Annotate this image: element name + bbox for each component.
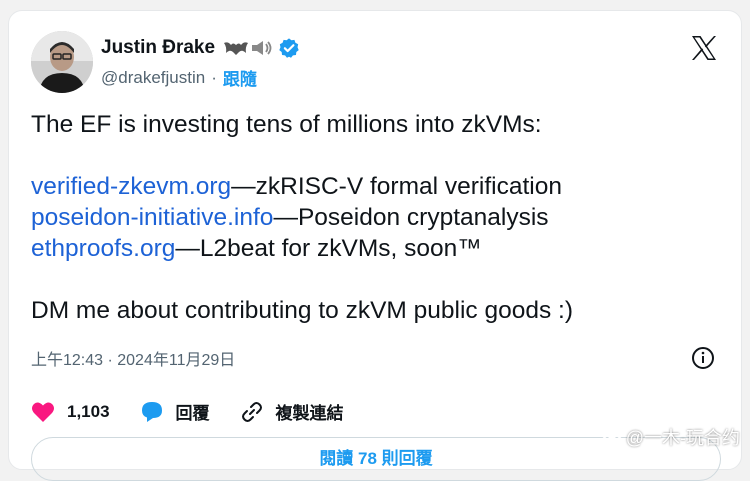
diamond-logo-icon xyxy=(602,427,622,447)
tweet-line-link-3: ethproofs.org—L2beat for zkVMs, soon™ xyxy=(31,233,731,264)
tweet-card: Justin Ðrake @drakefjustin · 跟隨 The EF i… xyxy=(8,10,742,481)
like-count: 1,103 xyxy=(67,401,110,421)
like-button[interactable]: 1,103 xyxy=(31,401,110,423)
heart-icon xyxy=(32,402,54,422)
link-3-description: —L2beat for zkVMs, soon™ xyxy=(175,235,482,262)
link-2-description: —Poseidon cryptanalysis xyxy=(273,204,549,231)
author-name-row: Justin Ðrake xyxy=(101,35,300,61)
bat-icon xyxy=(224,42,249,55)
info-icon[interactable] xyxy=(691,346,715,370)
speaker-icon xyxy=(252,41,272,55)
tweet-text: The EF is investing tens of millions int… xyxy=(31,109,731,326)
link-poseidon-initiative[interactable]: poseidon-initiative.info xyxy=(31,204,273,231)
x-logo-icon[interactable] xyxy=(689,33,719,63)
reply-bubble-icon xyxy=(141,401,162,422)
separator-dot: · xyxy=(211,67,217,87)
verified-badge-icon xyxy=(279,38,299,58)
copy-link-button[interactable]: 複製連結 xyxy=(240,399,344,424)
tweet-line-intro: The EF is investing tens of millions int… xyxy=(31,111,542,138)
avatar[interactable] xyxy=(31,31,93,93)
link-1-description: —zkRISC-V formal verification xyxy=(231,173,562,200)
action-bar: 1,103 回覆 複製連結 xyxy=(31,399,374,424)
watermark: @一木-玩合约 xyxy=(602,424,740,450)
author-name[interactable]: Justin Ðrake xyxy=(101,37,215,59)
tweet-line-closing: DM me about contributing to zkVM public … xyxy=(31,297,573,324)
follow-button[interactable]: 跟隨 xyxy=(223,65,257,90)
reply-label: 回覆 xyxy=(175,404,210,423)
author-handle[interactable]: @drakefjustin xyxy=(101,68,205,88)
name-emojis xyxy=(223,39,273,57)
copy-link-label: 複製連結 xyxy=(275,404,344,423)
tweet-timestamp[interactable]: 上午12:43 · 2024年11月29日 xyxy=(31,346,235,370)
link-icon xyxy=(241,401,262,422)
tweet-line-link-1: verified-zkevm.org—zkRISC-V formal verif… xyxy=(31,171,731,202)
link-verified-zkevm[interactable]: verified-zkevm.org xyxy=(31,173,231,200)
link-ethproofs[interactable]: ethproofs.org xyxy=(31,235,175,262)
reply-button[interactable]: 回覆 xyxy=(140,399,210,424)
tweet-line-link-2: poseidon-initiative.info—Poseidon crypta… xyxy=(31,202,731,233)
watermark-text: @一木-玩合约 xyxy=(625,428,740,448)
handle-row: @drakefjustin · 跟隨 xyxy=(101,65,257,90)
